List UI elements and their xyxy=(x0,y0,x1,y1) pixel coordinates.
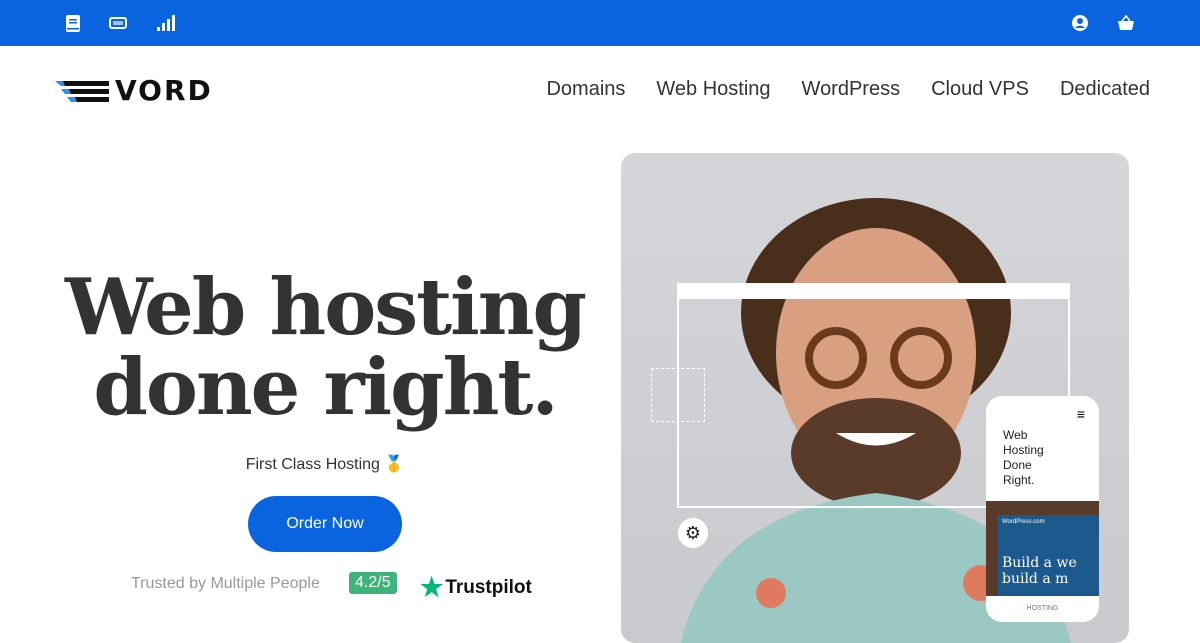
nav-domains[interactable]: Domains xyxy=(546,78,625,101)
hero-title-line1: Web hosting xyxy=(64,262,587,353)
rating-badge: 4.2/5 xyxy=(349,572,397,594)
trust-text: Trusted by Multiple People xyxy=(131,575,320,592)
trustpilot-name: Trustpilot xyxy=(445,576,532,598)
site-brand: WordPress.com xyxy=(1002,519,1045,525)
user-icon[interactable] xyxy=(1070,13,1090,33)
mobile-mockup: ≡ Web Hosting Done Right. WordPress.com … xyxy=(986,396,1099,622)
server-icon xyxy=(651,368,705,422)
menu-icon: ≡ xyxy=(1076,406,1085,422)
nav-web-hosting[interactable]: Web Hosting xyxy=(656,78,770,101)
nav-dedicated[interactable]: Dedicated xyxy=(1060,78,1150,101)
ticket-icon[interactable] xyxy=(108,13,128,33)
nav-wordpress[interactable]: WordPress xyxy=(802,78,901,101)
screen-text-2: build a m xyxy=(1002,571,1069,587)
mobile-title: Web Hosting Done Right. xyxy=(1003,428,1044,487)
brand-logo[interactable]: VORD xyxy=(55,74,213,107)
mobile-footer: HOSTING xyxy=(1026,605,1059,612)
hero-title: Web hosting done right. xyxy=(60,268,590,428)
laptop-image: WordPress.com Build a we build a m xyxy=(986,501,1099,596)
hero-subtitle: First Class Hosting 🥇 xyxy=(245,456,405,473)
top-bar xyxy=(0,0,1200,46)
brand-name: VORD xyxy=(115,74,213,107)
signal-icon[interactable] xyxy=(156,13,176,33)
logo-wings-icon xyxy=(55,80,109,102)
order-now-button[interactable]: Order Now xyxy=(248,496,402,552)
main-nav: Domains Web Hosting WordPress Cloud VPS … xyxy=(546,78,1150,101)
basket-icon[interactable] xyxy=(1116,13,1136,33)
nav-cloud-vps[interactable]: Cloud VPS xyxy=(931,78,1029,101)
book-icon[interactable] xyxy=(63,13,83,33)
star-icon: ★ xyxy=(420,572,444,602)
hero-title-line2: done right. xyxy=(93,342,558,433)
trustpilot-logo[interactable]: ★ Trustpilot xyxy=(420,572,532,603)
screen-text-1: Build a we xyxy=(1002,555,1077,571)
gear-icon[interactable]: ⚙ xyxy=(678,518,708,548)
